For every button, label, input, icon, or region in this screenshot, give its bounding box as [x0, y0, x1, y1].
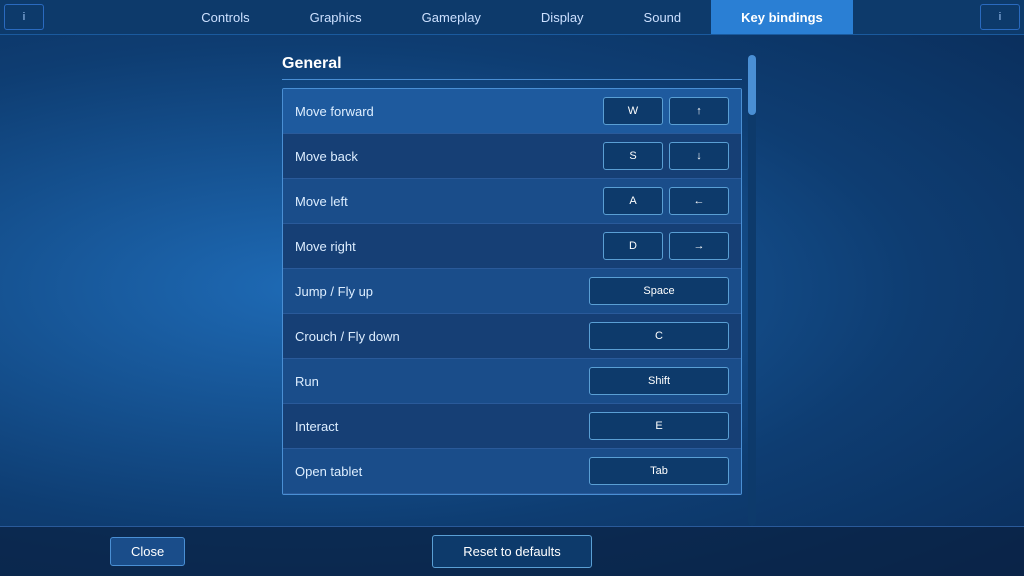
binding-row: Move backS↓ — [283, 134, 741, 179]
key-btn-0-1[interactable]: ↑ — [669, 97, 729, 125]
binding-label-5: Crouch / Fly down — [295, 329, 589, 344]
binding-row: Open tabletTab — [283, 449, 741, 494]
nav-tab-display[interactable]: Display — [511, 0, 614, 34]
nav-tab-sound[interactable]: Sound — [614, 0, 712, 34]
binding-keys-7: E — [589, 412, 729, 440]
close-button[interactable]: Close — [110, 537, 185, 566]
nav-tab-controls[interactable]: Controls — [171, 0, 279, 34]
section-title: General — [282, 55, 742, 80]
binding-label-1: Move back — [295, 149, 603, 164]
binding-keys-4: Space — [589, 277, 729, 305]
binding-keys-3: D→ — [603, 232, 729, 260]
binding-row: InteractE — [283, 404, 741, 449]
bottom-bar: Close Reset to defaults — [0, 526, 1024, 576]
binding-row: RunShift — [283, 359, 741, 404]
binding-row: Crouch / Fly downC — [283, 314, 741, 359]
nav-tab-keybindings[interactable]: Key bindings — [711, 0, 853, 34]
binding-keys-5: C — [589, 322, 729, 350]
key-btn-1-0[interactable]: S — [603, 142, 663, 170]
binding-keys-2: A← — [603, 187, 729, 215]
key-btn-7-0[interactable]: E — [589, 412, 729, 440]
key-btn-5-0[interactable]: C — [589, 322, 729, 350]
binding-row: Move leftA← — [283, 179, 741, 224]
binding-label-3: Move right — [295, 239, 603, 254]
key-btn-1-1[interactable]: ↓ — [669, 142, 729, 170]
binding-label-2: Move left — [295, 194, 603, 209]
nav-tabs: ControlsGraphicsGameplayDisplaySoundKey … — [48, 0, 976, 34]
binding-keys-0: W↑ — [603, 97, 729, 125]
key-btn-6-0[interactable]: Shift — [589, 367, 729, 395]
binding-row: Move rightD→ — [283, 224, 741, 269]
scrollbar-track[interactable] — [748, 55, 756, 526]
binding-label-4: Jump / Fly up — [295, 284, 589, 299]
binding-label-6: Run — [295, 374, 589, 389]
key-btn-2-1[interactable]: ← — [669, 187, 729, 215]
binding-label-7: Interact — [295, 419, 589, 434]
key-btn-3-0[interactable]: D — [603, 232, 663, 260]
key-btn-2-0[interactable]: A — [603, 187, 663, 215]
key-btn-3-1[interactable]: → — [669, 232, 729, 260]
nav-tab-graphics[interactable]: Graphics — [280, 0, 392, 34]
nav-right-corner[interactable]: i — [980, 4, 1020, 30]
key-btn-4-0[interactable]: Space — [589, 277, 729, 305]
binding-label-8: Open tablet — [295, 464, 589, 479]
top-nav-bar: i ControlsGraphicsGameplayDisplaySoundKe… — [0, 0, 1024, 35]
nav-left-corner[interactable]: i — [4, 4, 44, 30]
settings-panel: General Move forwardW↑Move backS↓Move le… — [282, 55, 742, 526]
key-btn-8-0[interactable]: Tab — [589, 457, 729, 485]
binding-keys-8: Tab — [589, 457, 729, 485]
binding-row: Move forwardW↑ — [283, 89, 741, 134]
binding-label-0: Move forward — [295, 104, 603, 119]
binding-row: Jump / Fly upSpace — [283, 269, 741, 314]
scrollbar-thumb[interactable] — [748, 55, 756, 115]
bindings-list[interactable]: Move forwardW↑Move backS↓Move leftA←Move… — [282, 88, 742, 495]
reset-button[interactable]: Reset to defaults — [432, 535, 592, 568]
key-btn-0-0[interactable]: W — [603, 97, 663, 125]
nav-tab-gameplay[interactable]: Gameplay — [392, 0, 511, 34]
binding-keys-1: S↓ — [603, 142, 729, 170]
binding-keys-6: Shift — [589, 367, 729, 395]
main-content: General Move forwardW↑Move backS↓Move le… — [0, 35, 1024, 526]
